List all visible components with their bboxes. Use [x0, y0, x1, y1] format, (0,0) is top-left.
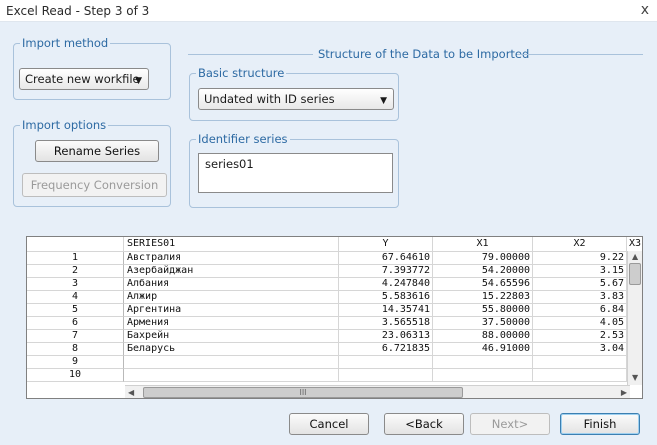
- chevron-down-icon: ▼: [380, 96, 387, 106]
- identifier-series-value: series01: [205, 157, 254, 171]
- chevron-down-icon: ▼: [135, 76, 142, 86]
- structure-heading: Structure of the Data to be Imported: [316, 47, 532, 61]
- table-cell[interactable]: 3.15: [533, 265, 627, 278]
- cancel-button[interactable]: Cancel: [289, 413, 369, 435]
- title-bar: Excel Read - Step 3 of 3 x: [0, 0, 657, 22]
- table-cell[interactable]: 4.247840: [339, 278, 433, 291]
- row-header[interactable]: 8: [27, 343, 124, 356]
- table-cell[interactable]: [339, 356, 433, 369]
- horizontal-scrollbar[interactable]: ◀ III ▶: [125, 385, 630, 398]
- table-cell[interactable]: 55.80000: [433, 304, 533, 317]
- row-header[interactable]: 6: [27, 317, 124, 330]
- table-cell[interactable]: Аргентина: [124, 304, 339, 317]
- next-button[interactable]: Next>: [470, 413, 550, 435]
- rename-series-button[interactable]: Rename Series: [35, 140, 159, 162]
- identifier-series-group: Identifier series series01: [189, 132, 399, 208]
- import-options-group: Import options Rename Series Frequency C…: [13, 118, 171, 207]
- table-cell[interactable]: Беларусь: [124, 343, 339, 356]
- frequency-conversion-button[interactable]: Frequency Conversion: [22, 173, 167, 197]
- table-cell[interactable]: 54.65596: [433, 278, 533, 291]
- table-cell[interactable]: 5.583616: [339, 291, 433, 304]
- import-options-legend: Import options: [20, 118, 109, 132]
- table-cell[interactable]: [124, 356, 339, 369]
- table-cell[interactable]: 14.35741: [339, 304, 433, 317]
- import-method-select[interactable]: Create new workfile ▼: [19, 68, 149, 90]
- table-cell[interactable]: 37.50000: [433, 317, 533, 330]
- close-icon[interactable]: x: [641, 2, 649, 18]
- column-header[interactable]: X1: [433, 237, 533, 252]
- table-cell[interactable]: 15.22803: [433, 291, 533, 304]
- finish-button[interactable]: Finish: [560, 413, 640, 435]
- table-cell[interactable]: 88.00000: [433, 330, 533, 343]
- table-cell[interactable]: [433, 369, 533, 382]
- table-cell[interactable]: 46.91000: [433, 343, 533, 356]
- table-cell[interactable]: 54.20000: [433, 265, 533, 278]
- vertical-scrollbar[interactable]: ▲ ▼: [627, 251, 642, 385]
- back-button[interactable]: <Back: [384, 413, 464, 435]
- table-cell[interactable]: 7.393772: [339, 265, 433, 278]
- row-header[interactable]: 7: [27, 330, 124, 343]
- table-cell[interactable]: [124, 369, 339, 382]
- column-header[interactable]: SERIES01: [124, 237, 339, 252]
- basic-structure-value: Undated with ID series: [204, 92, 335, 106]
- row-header[interactable]: 2: [27, 265, 124, 278]
- structure-divider-right: [517, 54, 643, 55]
- row-header[interactable]: 4: [27, 291, 124, 304]
- table-cell[interactable]: 3.83: [533, 291, 627, 304]
- table-cell[interactable]: [339, 369, 433, 382]
- table-cell[interactable]: [533, 369, 627, 382]
- table-cell[interactable]: 2.53: [533, 330, 627, 343]
- data-preview-grid[interactable]: SERIES01 Y X1 X2 X3 1 Австралия 67.64610 79…: [26, 236, 643, 399]
- column-header[interactable]: X2: [533, 237, 627, 252]
- scroll-grip-icon: III: [299, 388, 307, 397]
- table-cell[interactable]: 67.64610: [339, 252, 433, 265]
- table-cell[interactable]: 6.84: [533, 304, 627, 317]
- row-header[interactable]: 5: [27, 304, 124, 317]
- scroll-up-icon[interactable]: ▲: [632, 252, 638, 261]
- table-cell[interactable]: 3.565518: [339, 317, 433, 330]
- import-method-group: Import method Create new workfile ▼: [13, 36, 171, 100]
- window-title: Excel Read - Step 3 of 3: [6, 4, 150, 18]
- row-header[interactable]: 3: [27, 278, 124, 291]
- basic-structure-group: Basic structure Undated with ID series ▼: [189, 66, 399, 121]
- identifier-series-legend: Identifier series: [196, 132, 290, 146]
- table-cell[interactable]: Армения: [124, 317, 339, 330]
- row-header[interactable]: 9: [27, 356, 124, 369]
- vertical-scroll-thumb[interactable]: [629, 263, 641, 285]
- import-method-legend: Import method: [20, 36, 111, 50]
- row-header[interactable]: 1: [27, 252, 124, 265]
- grid-corner: [27, 237, 124, 252]
- structure-divider-left: [188, 54, 313, 55]
- table-cell[interactable]: [533, 356, 627, 369]
- table-cell[interactable]: Бахрейн: [124, 330, 339, 343]
- row-header[interactable]: 10: [27, 369, 124, 382]
- table-cell[interactable]: [433, 356, 533, 369]
- table-cell[interactable]: Алжир: [124, 291, 339, 304]
- horizontal-scroll-thumb[interactable]: III: [143, 387, 463, 398]
- table-cell[interactable]: 6.721835: [339, 343, 433, 356]
- scroll-left-icon[interactable]: ◀: [128, 388, 134, 397]
- identifier-series-input[interactable]: series01: [198, 153, 393, 193]
- grid-header-row: SERIES01 Y X1 X2 X3: [27, 237, 642, 252]
- table-cell[interactable]: 3.04: [533, 343, 627, 356]
- column-header[interactable]: Y: [339, 237, 433, 252]
- table-cell[interactable]: 79.00000: [433, 252, 533, 265]
- table-cell[interactable]: 9.22: [533, 252, 627, 265]
- table-cell[interactable]: Азербайджан: [124, 265, 339, 278]
- table-cell[interactable]: Албания: [124, 278, 339, 291]
- scroll-down-icon[interactable]: ▼: [632, 373, 638, 382]
- table-cell[interactable]: 5.67: [533, 278, 627, 291]
- table-cell[interactable]: 23.06313: [339, 330, 433, 343]
- column-header[interactable]: X3: [627, 237, 642, 252]
- import-method-value: Create new workfile: [25, 72, 140, 86]
- basic-structure-select[interactable]: Undated with ID series ▼: [198, 88, 394, 110]
- scroll-right-icon[interactable]: ▶: [621, 388, 627, 397]
- table-cell[interactable]: Австралия: [124, 252, 339, 265]
- table-cell[interactable]: 4.05: [533, 317, 627, 330]
- basic-structure-legend: Basic structure: [196, 66, 287, 80]
